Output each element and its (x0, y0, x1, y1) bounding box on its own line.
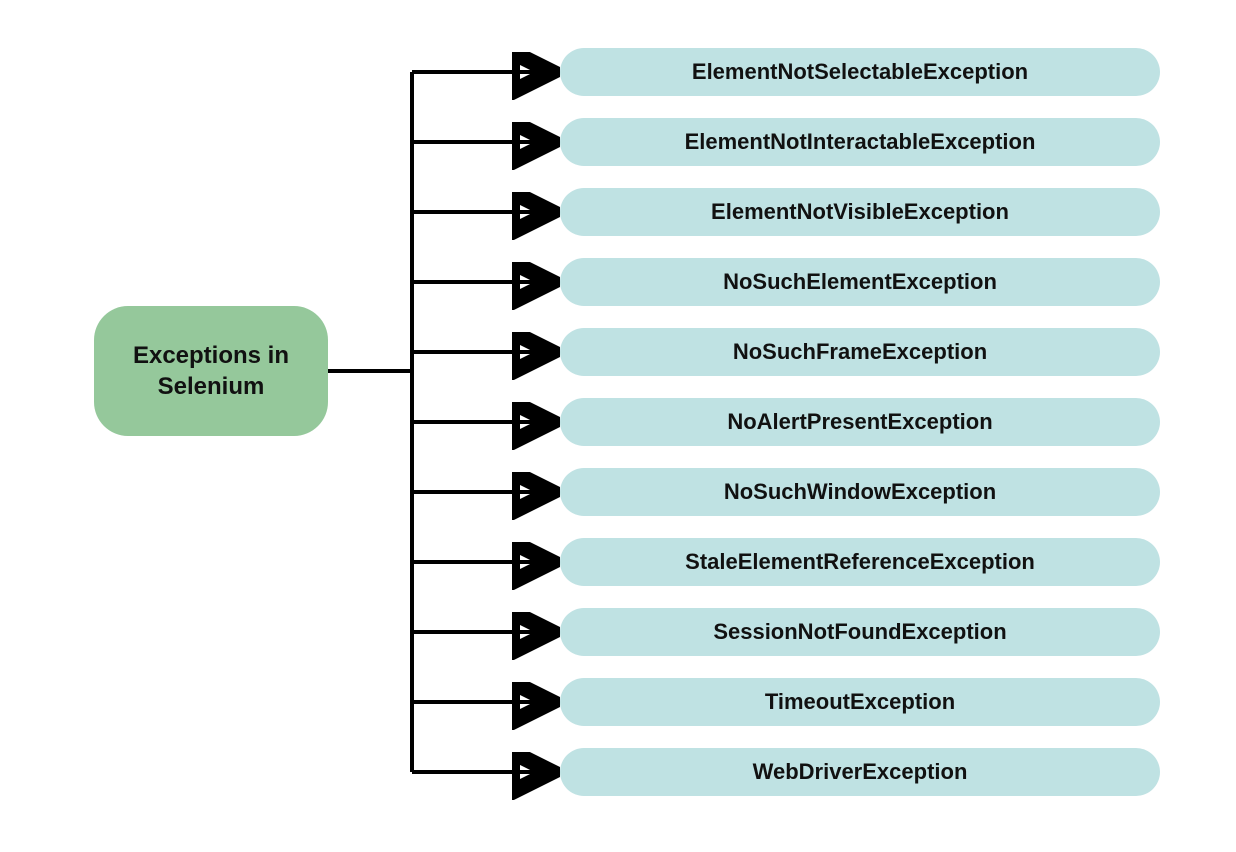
child-node: ElementNotInteractableException (560, 118, 1160, 166)
child-label: ElementNotSelectableException (692, 59, 1028, 85)
child-node: TimeoutException (560, 678, 1160, 726)
child-label: NoAlertPresentException (727, 409, 992, 435)
child-node: StaleElementReferenceException (560, 538, 1160, 586)
child-label: SessionNotFoundException (713, 619, 1006, 645)
child-label: ElementNotInteractableException (685, 129, 1036, 155)
child-node: NoSuchFrameException (560, 328, 1160, 376)
child-node: NoAlertPresentException (560, 398, 1160, 446)
child-node: SessionNotFoundException (560, 608, 1160, 656)
child-node: NoSuchElementException (560, 258, 1160, 306)
root-node: Exceptions in Selenium (94, 306, 328, 436)
child-label: WebDriverException (753, 759, 968, 785)
child-label: NoSuchFrameException (733, 339, 987, 365)
child-node: WebDriverException (560, 748, 1160, 796)
child-label: NoSuchElementException (723, 269, 997, 295)
child-label: StaleElementReferenceException (685, 549, 1035, 575)
child-node: ElementNotVisibleException (560, 188, 1160, 236)
child-label: TimeoutException (765, 689, 955, 715)
child-label: NoSuchWindowException (724, 479, 996, 505)
child-node: ElementNotSelectableException (560, 48, 1160, 96)
root-label: Exceptions in Selenium (106, 340, 316, 402)
child-label: ElementNotVisibleException (711, 199, 1009, 225)
child-node: NoSuchWindowException (560, 468, 1160, 516)
